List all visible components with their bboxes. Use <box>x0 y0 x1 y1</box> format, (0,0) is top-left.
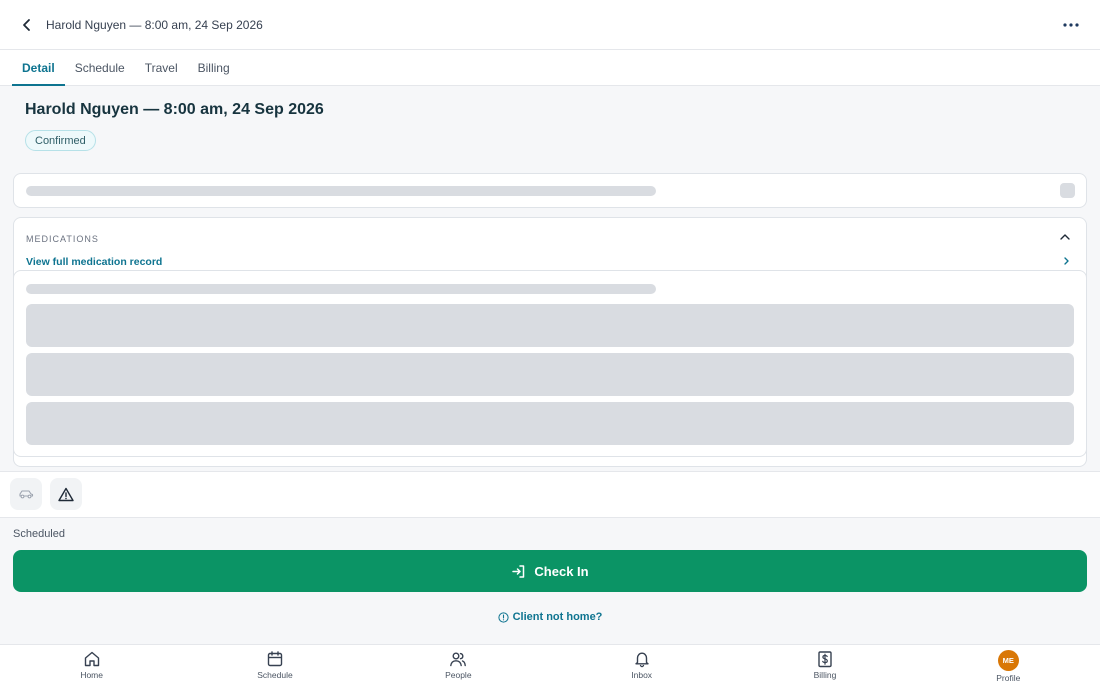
nav-label: Inbox <box>631 670 653 680</box>
client-not-home-label: Client not home? <box>512 611 603 623</box>
nav-billing[interactable]: Billing <box>733 645 916 687</box>
nav-schedule[interactable]: Schedule <box>183 645 366 687</box>
check-in-button[interactable]: Check In <box>13 550 1087 592</box>
nav-label: Schedule <box>257 670 293 680</box>
nav-home[interactable]: Home <box>0 645 183 687</box>
nav-profile[interactable]: ME Profile <box>917 645 1100 687</box>
chevron-right-icon[interactable] <box>1062 255 1072 267</box>
client-not-home-link[interactable]: Client not home? <box>0 611 1100 623</box>
people-icon <box>450 652 467 667</box>
dollar-icon <box>818 651 832 668</box>
tab-schedule[interactable]: Schedule <box>65 50 135 85</box>
car-icon <box>19 490 34 499</box>
skeleton-row <box>26 402 1074 445</box>
bottom-nav: Home Schedule People Inbox Billing ME Pr… <box>0 644 1100 687</box>
travel-button[interactable] <box>10 478 42 510</box>
scheduled-label: Scheduled <box>13 528 65 540</box>
back-button[interactable] <box>16 14 38 36</box>
tab-detail[interactable]: Detail <box>12 50 65 86</box>
medication-list-loading <box>14 270 1086 457</box>
skeleton-row <box>26 353 1074 396</box>
more-options-button[interactable] <box>1060 14 1082 36</box>
medications-header: MEDICATIONS <box>26 234 99 244</box>
skeleton-icon <box>1060 183 1075 198</box>
view-medication-record-link[interactable]: View full medication record <box>26 256 162 268</box>
alert-button[interactable] <box>50 478 82 510</box>
top-bar: Harold Nguyen — 8:00 am, 24 Sep 2026 <box>0 0 1100 50</box>
home-icon <box>84 651 99 667</box>
nav-label: Home <box>80 670 103 680</box>
check-in-label: Check In <box>534 563 589 579</box>
tab-bar: Detail Schedule Travel Billing <box>0 50 1100 86</box>
nav-inbox[interactable]: Inbox <box>550 645 733 687</box>
nav-label: Billing <box>813 670 837 680</box>
tab-travel[interactable]: Travel <box>135 50 188 85</box>
chevron-left-icon <box>23 18 30 31</box>
loading-card <box>13 173 1087 208</box>
tab-billing[interactable]: Billing <box>188 50 240 85</box>
app-root: Harold Nguyen — 8:00 am, 24 Sep 2026 Det… <box>0 0 1100 687</box>
nav-people[interactable]: People <box>367 645 550 687</box>
medications-card: MEDICATIONS View full medication record <box>13 217 1087 467</box>
avatar: ME <box>997 650 1019 671</box>
nav-label: People <box>445 670 472 680</box>
warning-icon <box>58 487 74 501</box>
skeleton-row <box>26 304 1074 347</box>
info-icon <box>497 611 509 623</box>
skeleton-line <box>26 284 656 294</box>
sign-in-icon <box>512 564 525 578</box>
skeleton-line <box>26 186 656 196</box>
more-horizontal-icon <box>1063 23 1079 27</box>
nav-label: Profile <box>996 673 1021 683</box>
page-title: Harold Nguyen — 8:00 am, 24 Sep 2026 <box>25 101 324 118</box>
calendar-icon <box>267 651 283 667</box>
status-badge: Confirmed <box>25 130 96 151</box>
chevron-up-icon[interactable] <box>1058 230 1072 244</box>
quick-actions-row <box>0 471 1100 518</box>
header-title: Harold Nguyen — 8:00 am, 24 Sep 2026 <box>46 17 263 32</box>
bell-icon <box>634 652 649 668</box>
